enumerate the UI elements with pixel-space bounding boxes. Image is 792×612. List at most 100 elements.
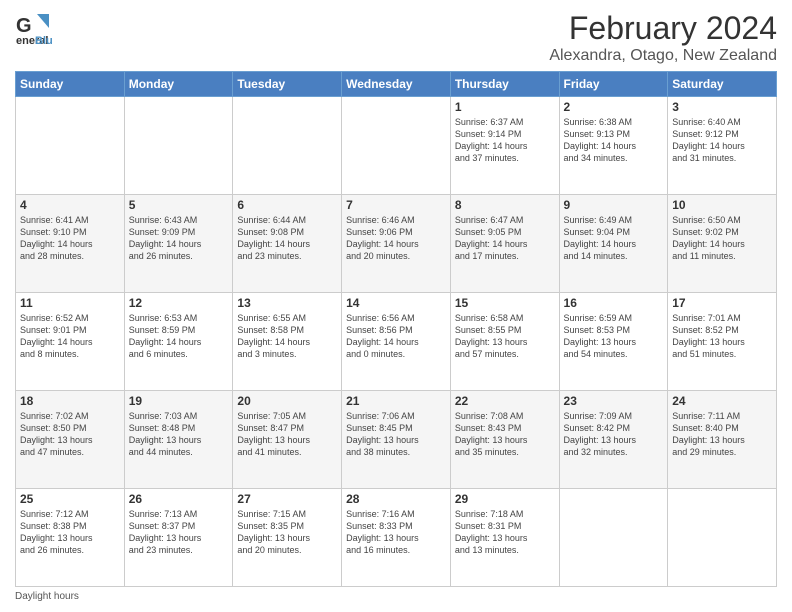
calendar-cell: 10 Sunrise: 6:50 AM Sunset: 9:02 PM Dayli… xyxy=(668,195,777,293)
calendar-cell: 1 Sunrise: 6:37 AM Sunset: 9:14 PM Daylig… xyxy=(450,97,559,195)
calendar-cell: 21 Sunrise: 7:06 AM Sunset: 8:45 PM Dayli… xyxy=(342,391,451,489)
calendar-week: 25 Sunrise: 7:12 AM Sunset: 8:38 PM Dayli… xyxy=(16,489,777,587)
day-number: 3 xyxy=(672,100,772,114)
day-info: Sunrise: 7:11 AM Sunset: 8:40 PM Dayligh… xyxy=(672,410,772,459)
day-info: Sunrise: 6:38 AM Sunset: 9:13 PM Dayligh… xyxy=(564,116,664,165)
day-number: 12 xyxy=(129,296,229,310)
day-number: 8 xyxy=(455,198,555,212)
calendar-cell xyxy=(342,97,451,195)
title-block: February 2024 Alexandra, Otago, New Zeal… xyxy=(549,10,777,65)
calendar-week: 11 Sunrise: 6:52 AM Sunset: 9:01 PM Dayli… xyxy=(16,293,777,391)
svg-text:G: G xyxy=(16,15,32,37)
day-number: 20 xyxy=(237,394,337,408)
day-info: Sunrise: 6:58 AM Sunset: 8:55 PM Dayligh… xyxy=(455,312,555,361)
calendar-week: 18 Sunrise: 7:02 AM Sunset: 8:50 PM Dayli… xyxy=(16,391,777,489)
logo: G eneral Blue xyxy=(15,10,57,53)
calendar-cell: 17Sunrise: 7:01 AM Sunset: 8:52 PM Dayli… xyxy=(668,293,777,391)
day-number: 5 xyxy=(129,198,229,212)
calendar-cell: 11 Sunrise: 6:52 AM Sunset: 9:01 PM Dayli… xyxy=(16,293,125,391)
calendar-cell xyxy=(16,97,125,195)
day-number: 27 xyxy=(237,492,337,506)
calendar-cell: 3 Sunrise: 6:40 AM Sunset: 9:12 PM Daylig… xyxy=(668,97,777,195)
day-number: 4 xyxy=(20,198,120,212)
day-number: 15 xyxy=(455,296,555,310)
day-number: 13 xyxy=(237,296,337,310)
day-info: Sunrise: 6:50 AM Sunset: 9:02 PM Dayligh… xyxy=(672,214,772,263)
day-header: Thursday xyxy=(450,72,559,97)
day-info: Sunrise: 7:16 AM Sunset: 8:33 PM Dayligh… xyxy=(346,508,446,557)
svg-text:Blue: Blue xyxy=(35,35,53,47)
day-number: 26 xyxy=(129,492,229,506)
day-info: Sunrise: 6:41 AM Sunset: 9:10 PM Dayligh… xyxy=(20,214,120,263)
day-number: 21 xyxy=(346,394,446,408)
calendar-cell: 9Sunrise: 6:49 AM Sunset: 9:04 PM Daylig… xyxy=(559,195,668,293)
day-info: Sunrise: 7:13 AM Sunset: 8:37 PM Dayligh… xyxy=(129,508,229,557)
day-header: Saturday xyxy=(668,72,777,97)
calendar-cell: 19Sunrise: 7:03 AM Sunset: 8:48 PM Dayli… xyxy=(124,391,233,489)
calendar-week: 4 Sunrise: 6:41 AM Sunset: 9:10 PM Daylig… xyxy=(16,195,777,293)
header: G eneral Blue February 2024 Alexandra, O… xyxy=(15,10,777,65)
calendar-cell: 24 Sunrise: 7:11 AM Sunset: 8:40 PM Dayli… xyxy=(668,391,777,489)
day-info: Sunrise: 7:06 AM Sunset: 8:45 PM Dayligh… xyxy=(346,410,446,459)
calendar-cell: 25 Sunrise: 7:12 AM Sunset: 8:38 PM Dayli… xyxy=(16,489,125,587)
day-header: Monday xyxy=(124,72,233,97)
calendar-cell: 5 Sunrise: 6:43 AM Sunset: 9:09 PM Daylig… xyxy=(124,195,233,293)
day-number: 11 xyxy=(20,296,120,310)
month-title: February 2024 xyxy=(549,10,777,47)
calendar-cell: 18 Sunrise: 7:02 AM Sunset: 8:50 PM Dayli… xyxy=(16,391,125,489)
day-number: 14 xyxy=(346,296,446,310)
calendar-cell: 8Sunrise: 6:47 AM Sunset: 9:05 PM Daylig… xyxy=(450,195,559,293)
day-info: Sunrise: 7:08 AM Sunset: 8:43 PM Dayligh… xyxy=(455,410,555,459)
day-number: 2 xyxy=(564,100,664,114)
day-info: Sunrise: 6:56 AM Sunset: 8:56 PM Dayligh… xyxy=(346,312,446,361)
day-info: Sunrise: 7:12 AM Sunset: 8:38 PM Dayligh… xyxy=(20,508,120,557)
day-info: Sunrise: 7:02 AM Sunset: 8:50 PM Dayligh… xyxy=(20,410,120,459)
location-title: Alexandra, Otago, New Zealand xyxy=(549,47,777,65)
day-number: 16 xyxy=(564,296,664,310)
day-number: 6 xyxy=(237,198,337,212)
day-info: Sunrise: 6:40 AM Sunset: 9:12 PM Dayligh… xyxy=(672,116,772,165)
day-info: Sunrise: 7:09 AM Sunset: 8:42 PM Dayligh… xyxy=(564,410,664,459)
calendar-cell: 2 Sunrise: 6:38 AM Sunset: 9:13 PM Daylig… xyxy=(559,97,668,195)
header-row: SundayMondayTuesdayWednesdayThursdayFrid… xyxy=(16,72,777,97)
day-info: Sunrise: 6:43 AM Sunset: 9:09 PM Dayligh… xyxy=(129,214,229,263)
day-info: Sunrise: 6:59 AM Sunset: 8:53 PM Dayligh… xyxy=(564,312,664,361)
calendar-cell: 29 Sunrise: 7:18 AM Sunset: 8:31 PM Dayli… xyxy=(450,489,559,587)
calendar-cell xyxy=(233,97,342,195)
day-info: Sunrise: 7:15 AM Sunset: 8:35 PM Dayligh… xyxy=(237,508,337,557)
day-info: Sunrise: 7:18 AM Sunset: 8:31 PM Dayligh… xyxy=(455,508,555,557)
day-number: 22 xyxy=(455,394,555,408)
calendar-cell xyxy=(668,489,777,587)
day-number: 25 xyxy=(20,492,120,506)
calendar-cell: 13 Sunrise: 6:55 AM Sunset: 8:58 PM Dayli… xyxy=(233,293,342,391)
day-number: 7 xyxy=(346,198,446,212)
day-number: 24 xyxy=(672,394,772,408)
day-number: 23 xyxy=(564,394,664,408)
calendar-cell: 28 Sunrise: 7:16 AM Sunset: 8:33 PM Dayli… xyxy=(342,489,451,587)
calendar-cell: 4 Sunrise: 6:41 AM Sunset: 9:10 PM Daylig… xyxy=(16,195,125,293)
calendar-cell: 12Sunrise: 6:53 AM Sunset: 8:59 PM Dayli… xyxy=(124,293,233,391)
calendar-cell: 7Sunrise: 6:46 AM Sunset: 9:06 PM Daylig… xyxy=(342,195,451,293)
page: G eneral Blue February 2024 Alexandra, O… xyxy=(0,0,792,612)
day-number: 9 xyxy=(564,198,664,212)
calendar-week: 1 Sunrise: 6:37 AM Sunset: 9:14 PM Daylig… xyxy=(16,97,777,195)
calendar-cell: 20Sunrise: 7:05 AM Sunset: 8:47 PM Dayli… xyxy=(233,391,342,489)
day-number: 28 xyxy=(346,492,446,506)
footer-text: Daylight hours xyxy=(15,591,79,602)
day-number: 1 xyxy=(455,100,555,114)
day-number: 18 xyxy=(20,394,120,408)
day-info: Sunrise: 6:44 AM Sunset: 9:08 PM Dayligh… xyxy=(237,214,337,263)
calendar-cell: 16 Sunrise: 6:59 AM Sunset: 8:53 PM Dayli… xyxy=(559,293,668,391)
day-info: Sunrise: 6:52 AM Sunset: 9:01 PM Dayligh… xyxy=(20,312,120,361)
day-number: 10 xyxy=(672,198,772,212)
day-info: Sunrise: 6:37 AM Sunset: 9:14 PM Dayligh… xyxy=(455,116,555,165)
logo-icon: G eneral Blue xyxy=(15,10,53,53)
calendar-cell: 27 Sunrise: 7:15 AM Sunset: 8:35 PM Dayli… xyxy=(233,489,342,587)
calendar-cell xyxy=(559,489,668,587)
day-number: 19 xyxy=(129,394,229,408)
day-header: Friday xyxy=(559,72,668,97)
calendar-table: SundayMondayTuesdayWednesdayThursdayFrid… xyxy=(15,71,777,587)
day-info: Sunrise: 6:55 AM Sunset: 8:58 PM Dayligh… xyxy=(237,312,337,361)
day-number: 29 xyxy=(455,492,555,506)
day-header: Sunday xyxy=(16,72,125,97)
